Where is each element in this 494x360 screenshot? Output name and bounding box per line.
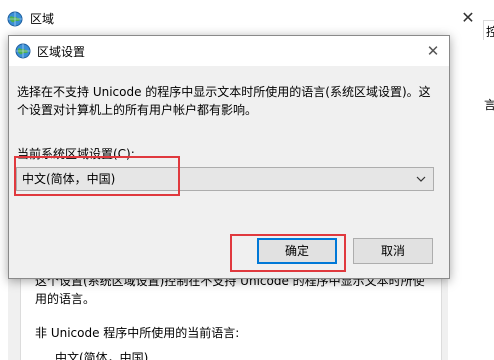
region-window-right-area [447, 40, 494, 360]
screen: 区域 ✕ 控 言 这个设置(系统区域设置)控制在不支持 Unicode 的程序中… [0, 0, 494, 360]
globe-icon [15, 43, 31, 59]
dialog-titlebar: 区域设置 ✕ [9, 36, 449, 66]
ok-highlight-box [230, 234, 346, 272]
dialog-title: 区域设置 [37, 45, 86, 59]
cancel-button[interactable]: 取消 [353, 238, 433, 264]
tab-admin-label: 控 [486, 23, 494, 40]
globe-icon [7, 11, 23, 27]
current-language-value: 中文(简体，中国) [55, 351, 149, 360]
locale-highlight-box [14, 156, 180, 196]
dialog-description: 选择在不支持 Unicode 的程序中显示文本时所使用的语言(系统区域设置)。这… [17, 85, 431, 117]
language-label-fragment: 言 [484, 98, 494, 112]
region-window-titlebar: 区域 ✕ [0, 0, 494, 38]
tab-admin[interactable]: 控 [483, 20, 494, 41]
chevron-down-icon[interactable] [413, 170, 429, 188]
close-icon[interactable]: ✕ [423, 41, 443, 61]
close-icon[interactable]: ✕ [458, 8, 478, 28]
region-window-title: 区域 [30, 12, 55, 26]
current-language-label: 非 Unicode 程序中所使用的当前语言: [35, 326, 240, 340]
